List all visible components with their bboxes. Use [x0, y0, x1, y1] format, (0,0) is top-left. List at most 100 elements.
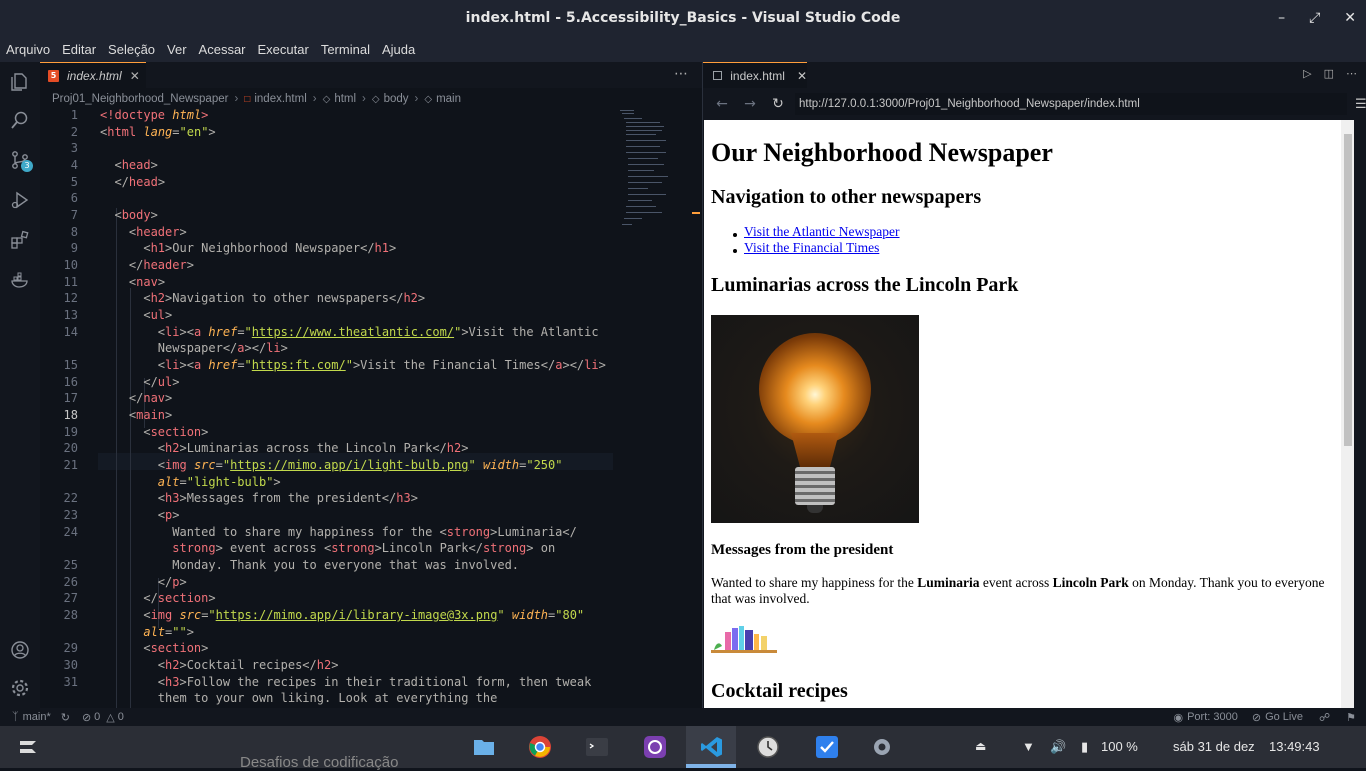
line-number: 24	[63, 525, 78, 539]
breadcrumb-body[interactable]: body	[384, 93, 409, 105]
eject-icon[interactable]: ⏏	[975, 739, 986, 753]
menu-item-editar[interactable]: Editar	[62, 42, 96, 57]
github-icon[interactable]	[643, 735, 667, 759]
extensions-icon[interactable]	[10, 230, 30, 250]
minimap[interactable]	[620, 108, 700, 248]
line-number: 9	[70, 241, 78, 255]
url-bar: ← → ↻ http://127.0.0.1:3000/Proj01_Neigh…	[703, 90, 1366, 118]
chevron-right-icon: ›	[362, 93, 366, 105]
time[interactable]: 13:49:43	[1269, 739, 1320, 754]
link-atlantic[interactable]: Visit the Atlantic Newspaper	[744, 224, 900, 240]
code-area[interactable]: 1 2 3 4 5 6 7 8 9 10 11 12 13 14 15 16 17 18 19 20 21 22 23 24 2…	[40, 108, 620, 708]
status-bar: ᛉ main* ↻ ⊘ 0 △ 0 ◉ Port: 3000 ⊘ Go Live…	[0, 708, 1366, 726]
menu-item-acessar[interactable]: Acessar	[199, 42, 246, 57]
code-line: <p>	[100, 508, 180, 522]
breadcrumb-file[interactable]: index.html	[254, 93, 306, 105]
editor-tab-label: index.html	[67, 68, 122, 83]
zorin-menu-icon[interactable]	[16, 735, 40, 759]
page-heading: Our Neighborhood Newspaper	[711, 138, 1053, 167]
chevron-right-icon: ›	[312, 93, 317, 105]
close-icon[interactable]: ✕	[1344, 10, 1356, 26]
menu-icon[interactable]: ☰	[1355, 97, 1366, 112]
breadcrumb-folder[interactable]: Proj01_Neighborhood_Newspaper	[52, 93, 228, 105]
code-line: <h1>Our Neighborhood Newspaper</h1>	[100, 241, 397, 255]
battery-icon[interactable]: ▮	[1081, 739, 1088, 755]
minimize-icon[interactable]: –	[1278, 10, 1285, 26]
error-count[interactable]: 0	[94, 711, 100, 723]
notifications-icon[interactable]: ⚑	[1346, 711, 1356, 724]
preview-tab-index-html[interactable]: index.html ✕	[703, 62, 807, 88]
breadcrumb: Proj01_Neighborhood_Newspaper › □ index.…	[52, 90, 461, 108]
run-debug-icon[interactable]	[10, 190, 30, 210]
code-editor: 5 index.html ✕ ⋯ Proj01_Neighborhood_New…	[40, 62, 702, 708]
url-input[interactable]: http://127.0.0.1:3000/Proj01_Neighborhoo…	[795, 93, 1347, 115]
warning-icon[interactable]: △	[106, 711, 114, 724]
line-number: 14	[63, 325, 78, 339]
breadcrumb-html[interactable]: html	[334, 93, 356, 105]
gear-icon[interactable]	[10, 678, 30, 698]
reload-icon[interactable]: ↻	[769, 96, 787, 112]
menu-item-terminal[interactable]: Terminal	[321, 42, 370, 57]
search-icon[interactable]	[10, 110, 30, 130]
branch-icon[interactable]: ᛉ	[12, 711, 19, 723]
account-icon[interactable]	[10, 640, 30, 660]
line-number: 7	[70, 208, 78, 222]
line-number: 4	[70, 158, 78, 172]
line-number: 25	[63, 558, 78, 572]
more-actions-icon[interactable]: ⋯	[674, 66, 688, 82]
battery-percentage[interactable]: 100 %	[1101, 739, 1138, 754]
error-icon[interactable]: ⊘	[82, 711, 91, 724]
forward-arrow-icon[interactable]: →	[741, 96, 759, 112]
files-icon[interactable]	[472, 735, 496, 759]
close-tab-icon[interactable]: ✕	[130, 69, 140, 83]
tasks-icon[interactable]	[815, 735, 839, 759]
terminal-icon[interactable]	[585, 735, 609, 759]
window-title: index.html - 5.Accessibility_Basics - Vi…	[465, 10, 901, 26]
more-actions-icon[interactable]: ⋯	[1346, 67, 1357, 80]
breadcrumb-main[interactable]: main	[436, 93, 461, 105]
light-bulb-image	[711, 315, 919, 523]
go-live-button[interactable]: Go Live	[1265, 711, 1303, 723]
volume-icon[interactable]: 🔊	[1050, 739, 1066, 755]
link-financial-times[interactable]: Visit the Financial Times	[744, 240, 879, 256]
chevron-right-icon: ›	[234, 93, 239, 105]
menu-item-ver[interactable]: Ver	[167, 42, 187, 57]
close-tab-icon[interactable]: ✕	[797, 69, 807, 83]
line-number: 23	[63, 508, 78, 522]
chrome-icon[interactable]	[528, 735, 552, 759]
date[interactable]: sáb 31 de dez	[1173, 739, 1255, 754]
menu-item-ajuda[interactable]: Ajuda	[382, 42, 415, 57]
code-line: them to your own liking. Look at everyth…	[100, 691, 498, 705]
clock-icon[interactable]	[756, 735, 780, 759]
menu-item-executar[interactable]: Executar	[258, 42, 309, 57]
run-icon[interactable]: ▷	[1303, 67, 1311, 80]
code-line: </section>	[100, 591, 216, 605]
warning-count[interactable]: 0	[118, 711, 124, 723]
wifi-icon[interactable]: ▼	[1022, 739, 1035, 754]
vscode-icon[interactable]	[700, 735, 724, 759]
code-line: </nav>	[100, 391, 173, 405]
nav-heading: Navigation to other newspapers	[711, 186, 982, 208]
feedback-icon[interactable]: ☍	[1319, 711, 1330, 724]
list-bullet	[733, 249, 737, 253]
docker-icon[interactable]	[10, 270, 30, 290]
president-heading: Messages from the president	[711, 542, 894, 558]
code-line: alt="light-bulb">	[157, 475, 281, 489]
sync-icon[interactable]: ↻	[61, 711, 70, 724]
preview-scrollbar[interactable]	[1341, 120, 1354, 708]
menu-item-arquivo[interactable]: Arquivo	[6, 42, 50, 57]
line-number: 12	[63, 291, 78, 305]
preview-tab-label: index.html	[730, 68, 785, 83]
split-editor-icon[interactable]: ◫	[1324, 67, 1334, 80]
line-number: 18	[63, 408, 78, 422]
editor-tab-index-html[interactable]: 5 index.html ✕	[40, 62, 146, 88]
back-arrow-icon[interactable]: ←	[713, 96, 731, 112]
restore-icon[interactable]: ⤢	[1309, 10, 1320, 26]
settings-icon[interactable]	[870, 735, 894, 759]
port-status[interactable]: Port: 3000	[1187, 711, 1238, 723]
explorer-icon[interactable]	[10, 72, 30, 92]
preview-tab-bar: index.html ✕ ▷ ◫ ⋯	[703, 62, 1366, 88]
branch-name[interactable]: main*	[23, 711, 51, 723]
menu-item-selecao[interactable]: Seleção	[108, 42, 155, 57]
background-window-text: Desafios de codificação	[240, 754, 399, 771]
